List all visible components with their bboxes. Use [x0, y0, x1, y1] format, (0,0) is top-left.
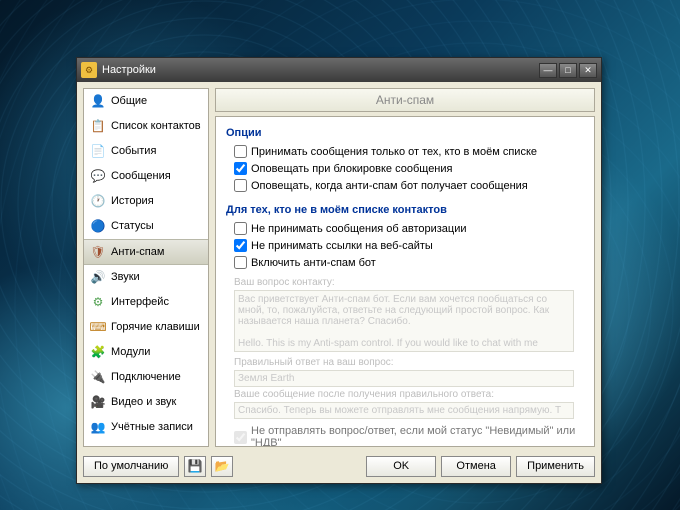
- nav-item-13[interactable]: 👥 Учётные записи: [84, 415, 208, 440]
- open-preset-icon[interactable]: 📂: [211, 456, 233, 477]
- close-button[interactable]: ✕: [579, 63, 597, 78]
- nav-label: Модули: [111, 346, 150, 358]
- nav-item-11[interactable]: 🔌 Подключение: [84, 365, 208, 390]
- nav-label: Подключение: [111, 371, 181, 383]
- opt-nosend-invisible-label: Не отправлять вопрос/ответ, если мой ста…: [251, 425, 584, 447]
- nav-icon: 🧩: [90, 344, 106, 360]
- nav-label: События: [111, 145, 156, 157]
- nav-label: Анти-спам: [111, 246, 164, 258]
- nav-icon: 🎥: [90, 394, 106, 410]
- nav-icon: 🔊: [90, 269, 106, 285]
- section-noncontacts-head: Для тех, кто не в моём списке контактов: [226, 204, 584, 216]
- panel-body: Опции Принимать сообщения только от тех,…: [215, 116, 595, 447]
- nav-label: Интерфейс: [111, 296, 169, 308]
- question-textarea: [234, 290, 574, 352]
- answer-input: [234, 370, 574, 387]
- nav-icon: 🛡: [90, 244, 106, 260]
- minimize-button[interactable]: —: [539, 63, 557, 78]
- opt-only-from-list-label[interactable]: Принимать сообщения только от тех, кто в…: [251, 146, 537, 158]
- reply-input: [234, 402, 574, 419]
- reply-label: Ваше сообщение после получения правильно…: [226, 387, 584, 402]
- nav-icon: 📄: [90, 143, 106, 159]
- nav-icon: 📋: [90, 118, 106, 134]
- nav-label: История: [111, 195, 154, 207]
- answer-label: Правильный ответ на ваш вопрос:: [226, 355, 584, 370]
- maximize-button[interactable]: □: [559, 63, 577, 78]
- nav-icon: 🕐: [90, 193, 106, 209]
- panel-title: Анти-спам: [215, 88, 595, 112]
- nav-icon: 👥: [90, 419, 106, 435]
- app-icon: ⚙: [81, 62, 97, 78]
- nav-icon: 🔵: [90, 218, 106, 234]
- opt-only-from-list[interactable]: [234, 145, 247, 158]
- opt-enable-bot[interactable]: [234, 256, 247, 269]
- opt-notify-bot[interactable]: [234, 179, 247, 192]
- opt-no-links-label[interactable]: Не принимать ссылки на веб-сайты: [251, 240, 433, 252]
- bot-config-disabled: Ваш вопрос контакту: Правильный ответ на…: [226, 275, 584, 447]
- nav-icon: ⌨: [90, 319, 106, 335]
- nav-item-1[interactable]: 📋 Список контактов: [84, 114, 208, 139]
- nav-item-2[interactable]: 📄 События: [84, 139, 208, 164]
- save-preset-icon[interactable]: 💾: [184, 456, 206, 477]
- nav-item-9[interactable]: ⌨ Горячие клавиши: [84, 315, 208, 340]
- nav-icon: 👤: [90, 93, 106, 109]
- settings-nav: 👤 Общие 📋 Список контактов 📄 События 💬 Сообщени…: [83, 88, 209, 447]
- window-title: Настройки: [102, 64, 539, 76]
- opt-no-auth-msg-label[interactable]: Не принимать сообщения об авторизации: [251, 223, 467, 235]
- ok-button[interactable]: OK: [366, 456, 436, 477]
- nav-label: Видео и звук: [111, 396, 176, 408]
- nav-item-10[interactable]: 🧩 Модули: [84, 340, 208, 365]
- nav-label: Сообщения: [111, 170, 171, 182]
- nav-icon: 🔌: [90, 369, 106, 385]
- dialog-footer: По умолчанию 💾 📂 OK Отмена Применить: [77, 453, 601, 483]
- opt-notify-bot-label[interactable]: Оповещать, когда анти-спам бот получает …: [251, 180, 528, 192]
- nav-label: Общие: [111, 95, 147, 107]
- titlebar[interactable]: ⚙ Настройки — □ ✕: [77, 58, 601, 82]
- nav-icon: 💬: [90, 168, 106, 184]
- nav-item-7[interactable]: 🔊 Звуки: [84, 265, 208, 290]
- nav-item-6[interactable]: 🛡 Анти-спам: [84, 239, 208, 265]
- defaults-button[interactable]: По умолчанию: [83, 456, 179, 477]
- nav-label: Список контактов: [111, 120, 201, 132]
- opt-notify-blocked-label[interactable]: Оповещать при блокировке сообщения: [251, 163, 453, 175]
- settings-window: ⚙ Настройки — □ ✕ 👤 Общие 📋 Список контакто…: [76, 57, 602, 484]
- nav-label: Учётные записи: [111, 421, 193, 433]
- nav-label: Статусы: [111, 220, 154, 232]
- nav-item-0[interactable]: 👤 Общие: [84, 89, 208, 114]
- nav-label: Звуки: [111, 271, 140, 283]
- opt-no-links[interactable]: [234, 239, 247, 252]
- nav-icon: ⚙: [90, 294, 106, 310]
- question-label: Ваш вопрос контакту:: [226, 275, 584, 290]
- opt-no-auth-msg[interactable]: [234, 222, 247, 235]
- cancel-button[interactable]: Отмена: [441, 456, 511, 477]
- nav-item-8[interactable]: ⚙ Интерфейс: [84, 290, 208, 315]
- opt-notify-blocked[interactable]: [234, 162, 247, 175]
- nav-item-12[interactable]: 🎥 Видео и звук: [84, 390, 208, 415]
- nav-item-3[interactable]: 💬 Сообщения: [84, 164, 208, 189]
- opt-enable-bot-label[interactable]: Включить анти-спам бот: [251, 257, 376, 269]
- nav-item-4[interactable]: 🕐 История: [84, 189, 208, 214]
- section-options-head: Опции: [226, 127, 584, 139]
- nav-item-5[interactable]: 🔵 Статусы: [84, 214, 208, 239]
- nav-label: Горячие клавиши: [111, 321, 200, 333]
- apply-button[interactable]: Применить: [516, 456, 595, 477]
- opt-nosend-invisible: [234, 431, 247, 444]
